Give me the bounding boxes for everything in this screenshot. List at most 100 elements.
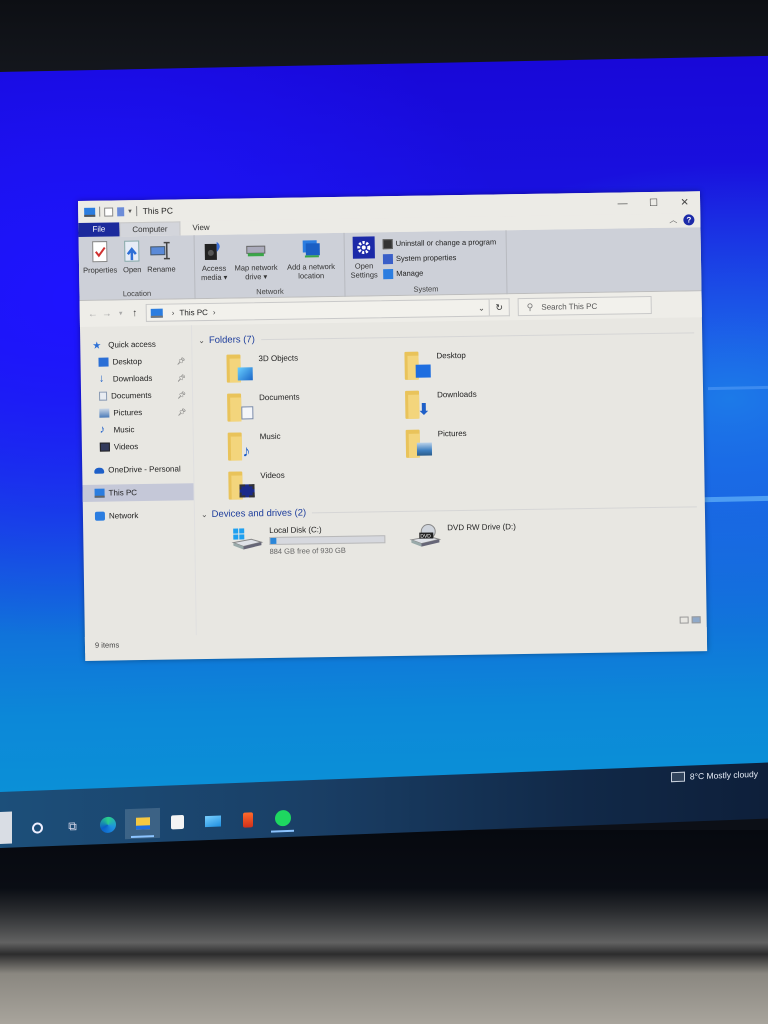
maximize-button[interactable]: ☐ (638, 192, 669, 214)
network-icon (94, 511, 106, 521)
navigation-pane: ★ Quick access Desktop 📌︎ ↓ Downloads 📌︎… (79, 325, 197, 637)
this-pc-icon (94, 488, 105, 498)
taskbar-edge[interactable] (90, 809, 125, 840)
details-view-icon[interactable] (679, 616, 689, 624)
nav-item-downloads[interactable]: ↓ Downloads 📌︎ (81, 369, 192, 388)
folder-3d-objects[interactable]: 3D Objects (226, 350, 404, 384)
breadcrumb-this-pc[interactable]: This PC (179, 307, 208, 316)
folder-desktop[interactable]: Desktop (404, 347, 604, 381)
pin-icon[interactable]: 📌︎ (177, 357, 186, 365)
cortana-button[interactable] (20, 812, 55, 843)
nav-item-documents[interactable]: Documents 📌︎ (81, 386, 192, 405)
this-pc-icon (150, 308, 163, 318)
new-folder-quick-icon[interactable] (117, 206, 125, 216)
uninstall-program-button[interactable]: Uninstall or change a program (382, 234, 497, 251)
drive-d[interactable]: DVD DVD RW Drive (D:) (409, 522, 516, 554)
folders-grid: 3D Objects Desktop Documents ⬇ Downloads… (198, 339, 696, 507)
taskbar-mail[interactable] (195, 805, 230, 836)
videos-icon (228, 469, 255, 500)
close-button[interactable]: ✕ (669, 191, 700, 213)
recent-locations-button[interactable]: ▾ (114, 309, 128, 317)
properties-button[interactable]: Properties (83, 240, 117, 275)
minimize-button[interactable]: — (607, 192, 638, 214)
taskbar-office[interactable] (230, 804, 265, 835)
manage-button[interactable]: Manage (383, 264, 497, 281)
ribbon-empty (507, 227, 702, 293)
dvd-drive-icon: DVD (409, 523, 442, 549)
videos-icon (99, 442, 110, 452)
map-network-drive-button[interactable]: Map network drive ▾ (231, 238, 282, 282)
folder-pictures[interactable]: Pictures (405, 425, 606, 459)
separator (135, 206, 137, 217)
up-button[interactable]: ↑ (128, 308, 142, 319)
windows-drive-icon (231, 526, 264, 552)
chevron-right-icon[interactable]: › (213, 307, 216, 316)
add-network-location-button[interactable]: Add a network location (283, 237, 340, 281)
documents-icon (227, 391, 254, 422)
pin-icon[interactable]: 📌︎ (177, 391, 186, 399)
collapse-ribbon-icon[interactable]: ︿ (669, 215, 677, 226)
folder-documents[interactable]: Documents (227, 389, 405, 423)
refresh-button[interactable]: ↻ (489, 298, 510, 317)
settings-gear-icon (352, 236, 375, 259)
nav-item-music[interactable]: ♪ Music (81, 420, 192, 439)
divider (260, 331, 695, 340)
pictures-icon (405, 427, 433, 458)
svg-text:DVD: DVD (420, 533, 431, 539)
nav-item-pictures[interactable]: Pictures 📌︎ (81, 403, 192, 422)
taskbar-microsoft-store[interactable] (160, 807, 195, 838)
task-view-button[interactable]: ⧉ (55, 811, 90, 842)
open-button[interactable]: Open (121, 240, 144, 274)
large-icons-view-icon[interactable] (691, 616, 701, 624)
weather-text: 8°C Mostly cloudy (689, 768, 758, 782)
search-input[interactable]: ⚲ Search This PC (517, 296, 652, 317)
properties-quick-icon[interactable] (104, 206, 114, 217)
mail-icon (204, 815, 221, 827)
help-icon[interactable]: ? (683, 214, 695, 226)
back-button[interactable]: ← (86, 308, 100, 319)
main-pane: ⌄ Folders (7) 3D Objects Desktop Documen… (192, 317, 707, 635)
downloads-icon: ⬇ (405, 388, 431, 419)
folder-downloads[interactable]: ⬇ Downloads (405, 386, 605, 420)
tab-computer[interactable]: Computer (119, 221, 181, 237)
this-pc-icon (84, 207, 96, 217)
edge-icon (99, 816, 116, 834)
office-icon (242, 811, 253, 828)
start-button[interactable] (0, 811, 12, 844)
nav-onedrive[interactable]: OneDrive - Personal (82, 460, 193, 479)
group-label-location: Location (122, 288, 152, 299)
customize-quick-access-icon[interactable]: ▾ (128, 207, 132, 215)
forward-button[interactable]: → (100, 308, 114, 319)
chevron-down-icon[interactable]: ⌄ (198, 336, 205, 345)
music-icon: ♪ (99, 423, 106, 436)
access-media-button[interactable]: Access media ▾ (199, 239, 230, 282)
rename-button[interactable]: Rename (147, 239, 176, 274)
drive-c[interactable]: Local Disk (C:) 884 GB free of 930 GB (231, 524, 386, 556)
nav-item-desktop[interactable]: Desktop 📌︎ (80, 352, 191, 371)
cloud-icon (94, 467, 105, 474)
taskbar-spotify[interactable] (265, 802, 300, 833)
pin-icon[interactable]: 📌︎ (177, 408, 186, 416)
address-dropdown-icon[interactable]: ⌄ (478, 303, 485, 312)
nav-network[interactable]: Network (83, 506, 194, 525)
weather-widget[interactable]: 8°C Mostly cloudy (670, 768, 758, 783)
nav-quick-access[interactable]: ★ Quick access (80, 335, 191, 354)
desktop-icon (98, 357, 109, 367)
chevron-down-icon[interactable]: ⌄ (201, 510, 208, 519)
content-area: ★ Quick access Desktop 📌︎ ↓ Downloads 📌︎… (79, 317, 707, 637)
monitor-bezel-bottom (0, 830, 768, 1024)
cortana-icon (32, 821, 43, 834)
drives-list: Local Disk (C:) 884 GB free of 930 GB DV… (201, 513, 698, 557)
open-settings-button[interactable]: Open Settings (349, 236, 380, 281)
folder-videos[interactable]: Videos (228, 467, 406, 501)
chevron-right-icon[interactable]: › (172, 308, 175, 317)
folder-music[interactable]: ♪ Music (227, 428, 406, 462)
pin-icon[interactable]: 📌︎ (177, 374, 186, 382)
taskbar-file-explorer[interactable] (125, 807, 160, 840)
address-bar[interactable]: › This PC › ⌄ (145, 298, 490, 322)
nav-item-videos[interactable]: Videos (82, 437, 193, 456)
nav-this-pc[interactable]: This PC (82, 483, 194, 502)
tab-view[interactable]: View (180, 221, 221, 236)
search-placeholder: Search This PC (541, 301, 598, 312)
tab-file[interactable]: File (78, 222, 120, 237)
